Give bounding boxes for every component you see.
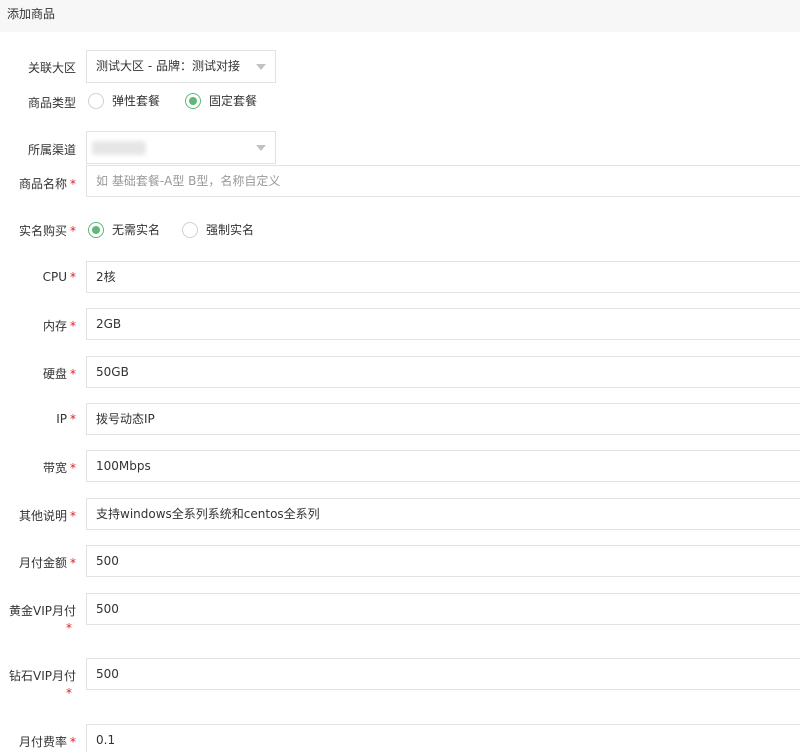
notes-input[interactable]: 支持windows全系列系统和centos全系列 xyxy=(86,498,800,530)
required-mark: * xyxy=(70,177,76,191)
ip-input[interactable]: 拨号动态IP xyxy=(86,403,800,435)
monthly-price-input[interactable]: 500 xyxy=(86,545,800,577)
required-mark: * xyxy=(66,621,72,635)
monthly-price-label: 月付金额 * xyxy=(18,556,76,570)
cpu-label: CPU * xyxy=(42,270,76,284)
add-product-page: 添加商品 关联大区 测试大区 - 品牌：测试对接 商品类型 弹性套餐 固定套餐 … xyxy=(0,0,800,752)
product-name-label: 商品名称 * xyxy=(18,177,76,191)
radio-force-realname-label: 强制实名 xyxy=(206,223,255,237)
gold-vip-label: 黄金VIP月付 * xyxy=(0,602,76,635)
form-row-monthly-rate: 月付费率 * 0.1 xyxy=(0,724,800,752)
bandwidth-input[interactable]: 100Mbps xyxy=(86,450,800,482)
form-row-monthly-price: 月付金额 * 500 xyxy=(0,545,800,578)
page-title: 添加商品 xyxy=(7,7,56,21)
realname-label: 实名购买 * xyxy=(18,224,76,238)
region-select[interactable]: 测试大区 - 品牌：测试对接 xyxy=(86,50,276,83)
required-mark: * xyxy=(70,509,76,523)
required-mark: * xyxy=(70,735,76,749)
cpu-input[interactable]: 2核 xyxy=(86,261,800,293)
form-row-realname: 实名购买 * 无需实名 强制实名 xyxy=(0,220,800,240)
product-type-label: 商品类型 xyxy=(27,96,76,110)
notes-label: 其他说明 * xyxy=(18,509,76,523)
radio-force-realname[interactable]: 强制实名 xyxy=(182,221,254,238)
required-mark: * xyxy=(70,319,76,333)
form-row-product-name: 商品名称 * 如 基础套餐-A型 B型，名称自定义 xyxy=(0,165,800,198)
radio-no-realname[interactable]: 无需实名 xyxy=(88,221,160,238)
region-label: 关联大区 xyxy=(27,61,76,75)
bandwidth-label: 带宽 * xyxy=(42,461,76,475)
disk-input[interactable]: 50GB xyxy=(86,356,800,388)
channel-select[interactable] xyxy=(86,131,276,164)
form-row-channel: 所属渠道 xyxy=(0,131,800,164)
form-row-ip: IP * 拨号动态IP xyxy=(0,403,800,436)
required-mark: * xyxy=(70,556,76,570)
disk-label: 硬盘 * xyxy=(42,367,76,381)
radio-elastic-label: 弹性套餐 xyxy=(112,94,161,108)
required-mark: * xyxy=(66,686,72,700)
memory-label: 内存 * xyxy=(42,319,76,333)
radio-circle-icon xyxy=(182,221,198,238)
page-header: 添加商品 xyxy=(0,0,800,32)
form-row-region: 关联大区 测试大区 - 品牌：测试对接 xyxy=(0,50,800,83)
chevron-down-icon xyxy=(256,145,266,151)
product-name-input[interactable]: 如 基础套餐-A型 B型，名称自定义 xyxy=(86,165,800,197)
radio-checked-icon xyxy=(88,221,104,238)
required-mark: * xyxy=(70,224,76,238)
form-row-cpu: CPU * 2核 xyxy=(0,261,800,294)
form-row-gold-vip: 黄金VIP月付 * 500 xyxy=(0,593,800,635)
memory-input[interactable]: 2GB xyxy=(86,308,800,340)
radio-circle-icon xyxy=(88,92,104,109)
ip-label: IP * xyxy=(56,412,76,426)
monthly-rate-input[interactable]: 0.1 xyxy=(86,724,800,752)
monthly-rate-label: 月付费率 * xyxy=(18,735,76,749)
diamond-vip-input[interactable]: 500 xyxy=(86,658,800,690)
required-mark: * xyxy=(70,412,76,426)
radio-fixed-label: 固定套餐 xyxy=(209,94,258,108)
form-row-notes: 其他说明 * 支持windows全系列系统和centos全系列 xyxy=(0,498,800,531)
radio-no-realname-label: 无需实名 xyxy=(112,223,161,237)
region-select-value: 测试大区 - 品牌：测试对接 xyxy=(96,59,240,73)
product-name-placeholder: 如 基础套餐-A型 B型，名称自定义 xyxy=(96,174,281,188)
form-row-bandwidth: 带宽 * 100Mbps xyxy=(0,450,800,483)
blurred-value xyxy=(92,141,146,155)
form-row-memory: 内存 * 2GB xyxy=(0,308,800,341)
required-mark: * xyxy=(70,461,76,475)
radio-checked-icon xyxy=(185,92,201,109)
form-row-product-type: 商品类型 弹性套餐 固定套餐 xyxy=(0,91,800,111)
channel-label: 所属渠道 xyxy=(27,143,76,157)
required-mark: * xyxy=(70,270,76,284)
form-row-disk: 硬盘 * 50GB xyxy=(0,356,800,389)
form-row-diamond-vip: 钻石VIP月付 * 500 xyxy=(0,658,800,700)
radio-elastic-package[interactable]: 弹性套餐 xyxy=(88,92,160,109)
required-mark: * xyxy=(70,367,76,381)
diamond-vip-label: 钻石VIP月付 * xyxy=(0,667,76,700)
gold-vip-input[interactable]: 500 xyxy=(86,593,800,625)
chevron-down-icon xyxy=(256,64,266,70)
radio-fixed-package[interactable]: 固定套餐 xyxy=(185,92,257,109)
